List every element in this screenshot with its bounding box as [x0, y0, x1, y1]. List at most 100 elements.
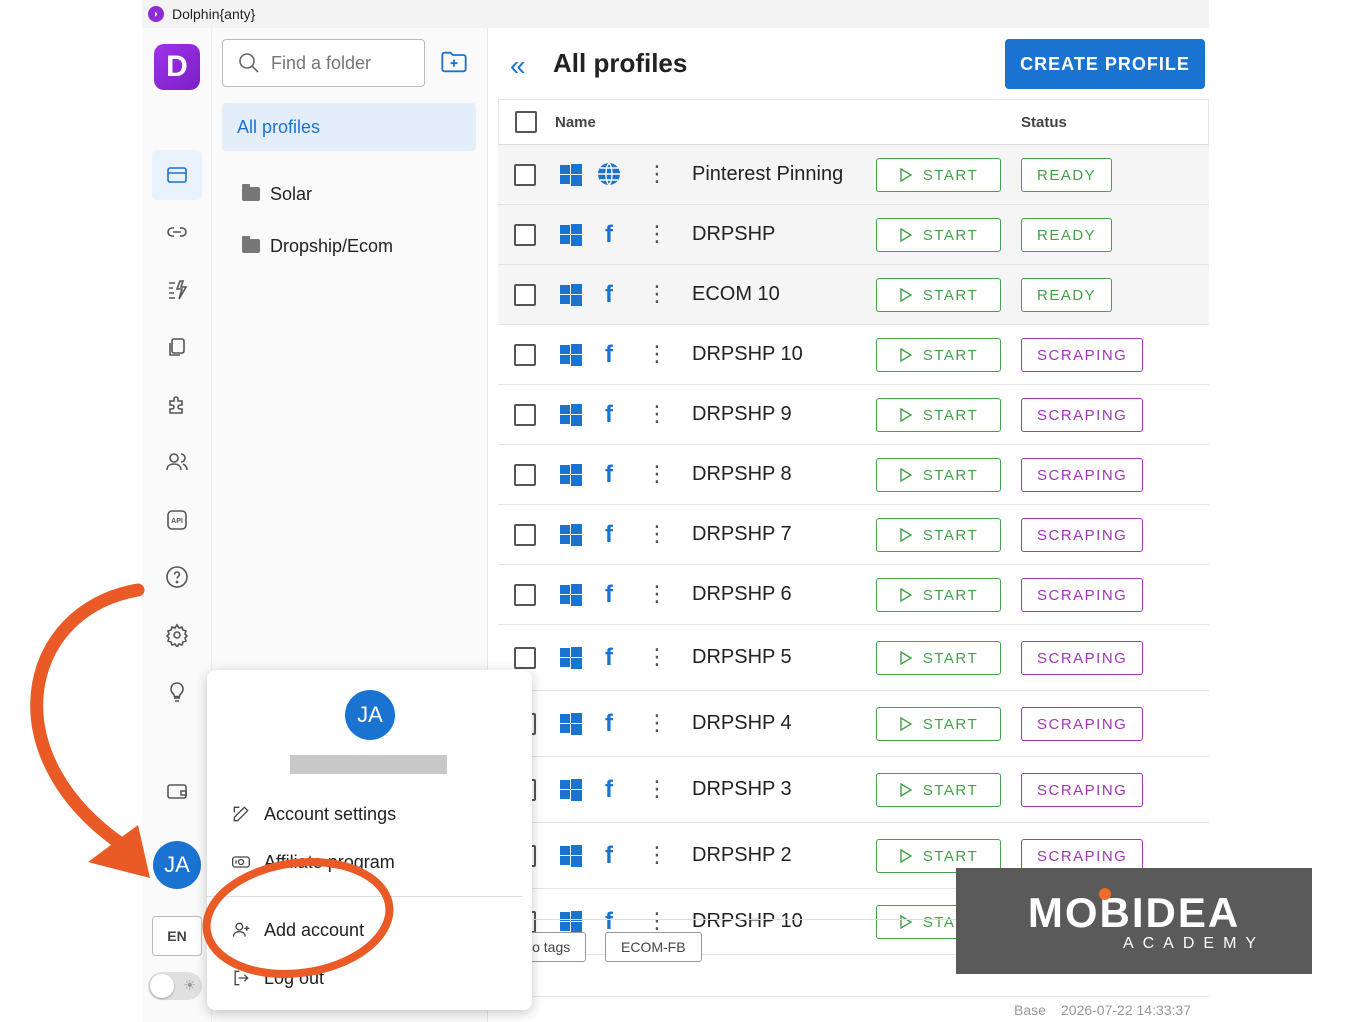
table-row[interactable]: f ⋮ DRPSHP 6 START SCRAPING: [498, 565, 1209, 625]
row-menu-icon[interactable]: ⋮: [646, 581, 668, 607]
status-badge: SCRAPING: [1021, 578, 1144, 612]
link-icon[interactable]: [152, 207, 202, 257]
select-all-checkbox[interactable]: [515, 111, 537, 133]
table-body: ⋮ Pinterest Pinning START READY f ⋮ DRPSHP STAR…: [498, 145, 1209, 965]
start-button[interactable]: START: [876, 518, 1001, 552]
row-checkbox[interactable]: [514, 647, 536, 669]
add-account-item[interactable]: Add account: [231, 914, 364, 946]
extension-icon[interactable]: [152, 380, 202, 430]
row-menu-icon[interactable]: ⋮: [646, 221, 668, 247]
create-profile-button[interactable]: CREATE PROFILE: [1005, 39, 1205, 89]
row-checkbox[interactable]: [514, 464, 536, 486]
start-button[interactable]: START: [876, 158, 1001, 192]
facebook-icon: f: [605, 644, 613, 671]
row-checkbox[interactable]: [514, 284, 536, 306]
facebook-icon: f: [605, 521, 613, 548]
account-settings-item[interactable]: Account settings: [231, 798, 396, 830]
windows-icon: [560, 404, 582, 426]
folder-search-input[interactable]: [271, 52, 411, 74]
menu-item-label: Account settings: [264, 803, 397, 824]
theme-toggle[interactable]: ☀: [148, 972, 202, 1000]
api-icon[interactable]: API: [152, 495, 202, 545]
table-row[interactable]: f ⋮ DRPSHP 10 START SCRAPING: [498, 325, 1209, 385]
table-row[interactable]: f ⋮ DRPSHP 9 START SCRAPING: [498, 385, 1209, 445]
row-checkbox[interactable]: [514, 404, 536, 426]
start-button[interactable]: START: [876, 278, 1001, 312]
row-menu-icon[interactable]: ⋮: [646, 461, 668, 487]
folder-item-solar[interactable]: Solar: [242, 179, 312, 209]
table-row[interactable]: f ⋮ DRPSHP 5 START SCRAPING: [498, 625, 1209, 691]
column-name[interactable]: Name: [555, 114, 596, 131]
start-button[interactable]: START: [876, 773, 1001, 807]
row-checkbox[interactable]: [514, 224, 536, 246]
logout-icon: [234, 970, 249, 986]
start-button[interactable]: START: [876, 641, 1001, 675]
table-row[interactable]: f ⋮ DRPSHP 7 START SCRAPING: [498, 505, 1209, 565]
row-checkbox[interactable]: [514, 584, 536, 606]
wallet-icon[interactable]: [152, 766, 202, 816]
folder-item-dropship-ecom[interactable]: Dropship/Ecom: [242, 231, 393, 261]
help-icon[interactable]: [152, 552, 202, 602]
play-icon: [900, 468, 913, 482]
redacted-username: [290, 755, 447, 774]
row-menu-icon[interactable]: ⋮: [646, 401, 668, 427]
row-menu-icon[interactable]: ⋮: [646, 521, 668, 547]
row-menu-icon[interactable]: ⋮: [646, 644, 668, 670]
facebook-icon: f: [605, 581, 613, 608]
column-status[interactable]: Status: [1021, 114, 1067, 131]
start-button[interactable]: START: [876, 458, 1001, 492]
copy-icon[interactable]: [152, 322, 202, 372]
row-menu-icon[interactable]: ⋮: [646, 281, 668, 307]
table-row[interactable]: f ⋮ DRPSHP 4 START SCRAPING: [498, 691, 1209, 757]
affiliate-program-item[interactable]: Affiliate program: [231, 846, 395, 878]
folder-search[interactable]: [222, 39, 425, 87]
start-button[interactable]: START: [876, 338, 1001, 372]
globe-icon: [598, 162, 620, 186]
browser-profiles-icon[interactable]: [152, 150, 202, 200]
lightbulb-icon[interactable]: [152, 667, 202, 717]
start-button[interactable]: START: [876, 398, 1001, 432]
start-label: START: [922, 526, 979, 544]
timestamp: 2026-07-22 14:33:37: [1061, 1002, 1191, 1018]
table-row[interactable]: ⋮ Pinterest Pinning START READY: [498, 145, 1209, 205]
edit-icon: [233, 806, 249, 822]
play-icon: [900, 588, 913, 602]
table-row[interactable]: f ⋮ DRPSHP START READY: [498, 205, 1209, 265]
start-button[interactable]: START: [876, 707, 1001, 741]
row-menu-icon[interactable]: ⋮: [646, 341, 668, 367]
play-icon: [900, 228, 913, 242]
automation-icon[interactable]: [152, 265, 202, 315]
row-checkbox[interactable]: [514, 344, 536, 366]
app-logo[interactable]: D: [154, 44, 200, 90]
add-folder-icon[interactable]: [440, 48, 468, 76]
tag-ecom-fb[interactable]: ECOM-FB: [605, 932, 702, 962]
language-button[interactable]: EN: [152, 916, 202, 956]
table-row[interactable]: f ⋮ DRPSHP 8 START SCRAPING: [498, 445, 1209, 505]
status-bar: Base 2026-07-22 14:33:37: [488, 996, 1209, 1022]
start-label: START: [922, 226, 979, 244]
users-icon[interactable]: [152, 437, 202, 487]
start-label: START: [922, 586, 979, 604]
table-row[interactable]: f ⋮ ECOM 10 START READY: [498, 265, 1209, 325]
folder-all-profiles[interactable]: All profiles: [222, 103, 476, 151]
table-row[interactable]: f ⋮ DRPSHP 3 START SCRAPING: [498, 757, 1209, 823]
log-out-item[interactable]: Log out: [231, 962, 324, 994]
row-menu-icon[interactable]: ⋮: [646, 842, 668, 868]
facebook-icon: f: [605, 401, 613, 428]
windows-icon: [560, 224, 582, 246]
row-menu-icon[interactable]: ⋮: [646, 776, 668, 802]
start-button[interactable]: START: [876, 218, 1001, 252]
settings-icon[interactable]: [152, 610, 202, 660]
start-label: START: [922, 406, 979, 424]
row-menu-icon[interactable]: ⋮: [646, 161, 668, 187]
profile-name: DRPSHP 6: [692, 583, 792, 605]
play-icon: [900, 849, 913, 863]
user-avatar[interactable]: JA: [153, 841, 201, 889]
collapse-sidebar-icon[interactable]: «: [510, 50, 526, 82]
row-checkbox[interactable]: [514, 524, 536, 546]
row-checkbox[interactable]: [514, 164, 536, 186]
account-avatar: JA: [345, 690, 395, 740]
search-icon: [239, 53, 259, 73]
start-button[interactable]: START: [876, 578, 1001, 612]
row-menu-icon[interactable]: ⋮: [646, 710, 668, 736]
